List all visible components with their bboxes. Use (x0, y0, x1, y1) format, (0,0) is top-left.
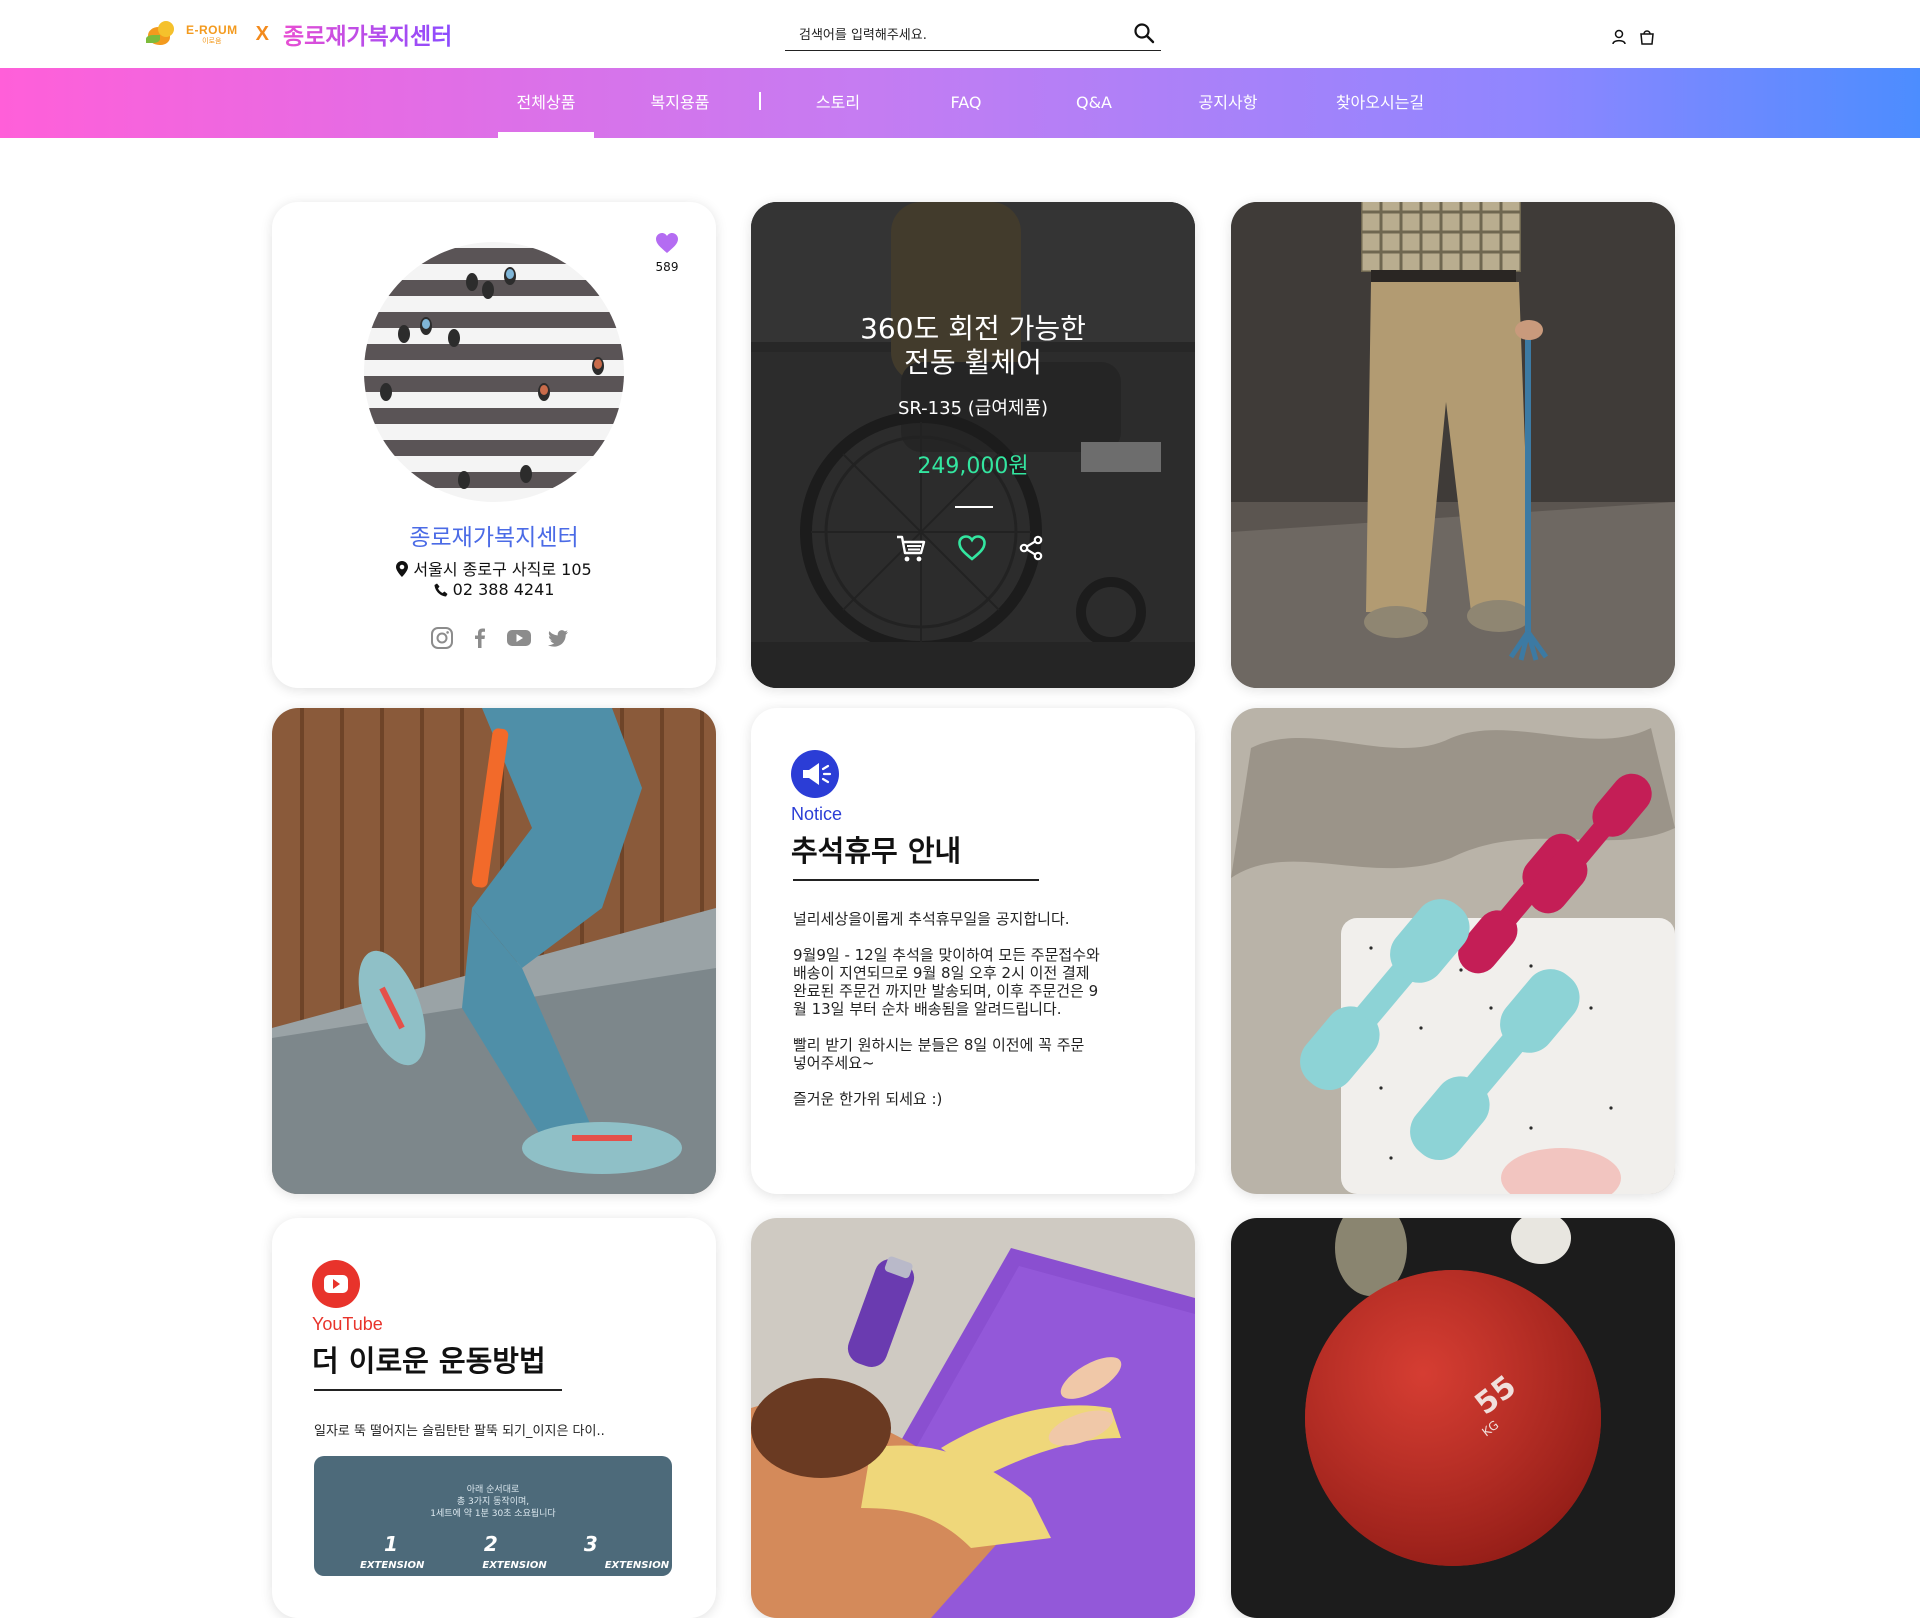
heart-icon (656, 233, 678, 253)
product-title: 360도 회전 가능한 전동 휠체어 (751, 312, 1195, 380)
notice-tag: Notice (791, 804, 843, 824)
like-counter[interactable]: 589 (652, 232, 682, 274)
product-overlay (751, 202, 1195, 688)
profile-card: 589 종로재가복지센터 서울시 종로구 사직로 105 02 388 4241 (272, 202, 716, 688)
youtube-title: 더 이로운 운동방법 (312, 1344, 546, 1378)
divider (955, 506, 993, 508)
resistance-band-photo (272, 708, 716, 1194)
thumbnail-labels: EXTENSION EXTENSION EXTENSION (360, 1560, 669, 1571)
notice-paragraph-1: 널리세상을이롭게 추석휴무일을 공지합니다. (793, 910, 1070, 928)
share-icon[interactable] (1017, 534, 1045, 566)
youtube-icon (312, 1260, 360, 1308)
product-actions (895, 532, 1045, 568)
search-icon[interactable] (1133, 22, 1155, 44)
thumbnail-caption: 아래 순서대로 총 3가지 동작이며, 1세트에 약 1분 30초 소요됩니다 (430, 1485, 556, 1519)
brand-logo[interactable]: E-ROUM 이로움 X 종로재가복지센터 (146, 14, 452, 54)
profile-image (364, 242, 624, 502)
band-photo-card[interactable] (272, 708, 716, 1194)
product-price: 249,000원 (917, 454, 1029, 479)
step-number: 3 (583, 1532, 598, 1556)
cart-icon[interactable] (895, 532, 927, 568)
dumbbell-photo-card[interactable] (1231, 708, 1675, 1194)
yoga-mat-photo (751, 1218, 1195, 1618)
header-icons (1610, 28, 1656, 46)
map-pin-icon (396, 561, 409, 577)
nav-item-qna[interactable]: Q&A (1046, 68, 1142, 138)
thumbnail-numbers: 1 2 3 (384, 1532, 598, 1556)
notice-paragraph-4: 즐거운 한가위 되세요 :) (793, 1090, 943, 1108)
divider (793, 879, 1039, 881)
divider (314, 1389, 562, 1391)
youtube-card[interactable]: YouTube 더 이로운 운동방법 일자로 뚝 떨어지는 슬림탄탄 팔뚝 되기… (272, 1218, 716, 1618)
video-description: 일자로 뚝 떨어지는 슬림탄탄 팔뚝 되기_이지은 다이.. (314, 1424, 605, 1439)
youtube-tag: YouTube (312, 1314, 383, 1334)
brand-text: E-ROUM 이로움 (186, 24, 238, 45)
twitter-icon[interactable] (546, 626, 570, 654)
center-name: 종로재가복지센터 (409, 525, 579, 551)
product-card[interactable]: 360도 회전 가능한 전동 휠체어 SR-135 (급여제품) 249,000… (751, 202, 1195, 688)
youtube-icon[interactable] (506, 626, 532, 654)
yoga-photo-card[interactable] (751, 1218, 1195, 1618)
nav-item-all-products[interactable]: 전체상품 (498, 68, 594, 138)
social-links (430, 626, 570, 654)
megaphone-icon (791, 750, 839, 798)
brand-en: E-ROUM (186, 22, 238, 37)
step-number: 1 (384, 1532, 398, 1556)
cane-photo-card[interactable] (1231, 202, 1675, 688)
elderly-cane-photo (1231, 202, 1675, 688)
medicine-ball-photo: 55 KG (1231, 1218, 1675, 1618)
notice-card[interactable]: Notice 추석휴무 안내 널리세상을이롭게 추석휴무일을 공지합니다. 9월… (751, 708, 1195, 1194)
step-label: EXTENSION (360, 1560, 425, 1571)
phone-text: 02 388 4241 (452, 580, 555, 599)
nav-item-location[interactable]: 찾아오시는길 (1324, 68, 1436, 138)
product-title-line1: 360도 회전 가능한 (860, 312, 1086, 345)
nav-separator (759, 92, 761, 110)
search-input[interactable] (797, 22, 1121, 48)
search-bar (785, 18, 1161, 51)
notice-title: 추석휴무 안내 (791, 834, 962, 868)
nav-item-welfare-goods[interactable]: 복지용품 (632, 68, 728, 138)
notice-paragraph-3: 빨리 받기 원하시는 분들은 8일 이전에 꼭 주문 넣어주세요~ (793, 1036, 1085, 1072)
medicine-ball-photo-card[interactable]: 55 KG (1231, 1218, 1675, 1618)
step-label: EXTENSION (604, 1560, 670, 1571)
notice-paragraph-2: 9월9일 - 12일 추석을 맞이하여 모든 주문접수와 배송이 지연되므로 9… (793, 946, 1100, 1018)
phone: 02 388 4241 (272, 580, 716, 599)
address-text: 서울시 종로구 사직로 105 (413, 560, 592, 579)
like-count: 589 (655, 260, 679, 274)
instagram-icon[interactable] (430, 626, 454, 654)
product-title-line2: 전동 휠체어 (904, 346, 1042, 379)
facebook-icon[interactable] (468, 626, 492, 654)
eroum-logo-icon (146, 19, 182, 49)
nav-item-story[interactable]: 스토리 (790, 68, 886, 138)
header: E-ROUM 이로움 X 종로재가복지센터 (0, 0, 1920, 68)
step-label: EXTENSION (482, 1560, 547, 1571)
center-name: 종로재가복지센터 (283, 17, 452, 51)
user-icon[interactable] (1610, 28, 1628, 46)
brand-ko: 이로움 (202, 36, 222, 45)
dumbbells-photo (1231, 708, 1675, 1194)
wishlist-heart-icon[interactable] (957, 534, 987, 566)
shopping-bag-icon[interactable] (1638, 28, 1656, 46)
main-nav: 전체상품 복지용품 스토리 FAQ Q&A 공지사항 찾아오시는길 (0, 68, 1920, 138)
brand-separator: X (255, 22, 270, 45)
phone-icon (434, 583, 448, 597)
nav-item-notice[interactable]: 공지사항 (1180, 68, 1276, 138)
product-model: SR-135 (급여제품) (897, 398, 1049, 419)
video-thumbnail[interactable]: 아래 순서대로 총 3가지 동작이며, 1세트에 약 1분 30초 소요됩니다 … (314, 1456, 672, 1576)
step-number: 2 (483, 1532, 498, 1556)
address: 서울시 종로구 사직로 105 (272, 556, 716, 580)
nav-item-faq[interactable]: FAQ (918, 68, 1014, 138)
